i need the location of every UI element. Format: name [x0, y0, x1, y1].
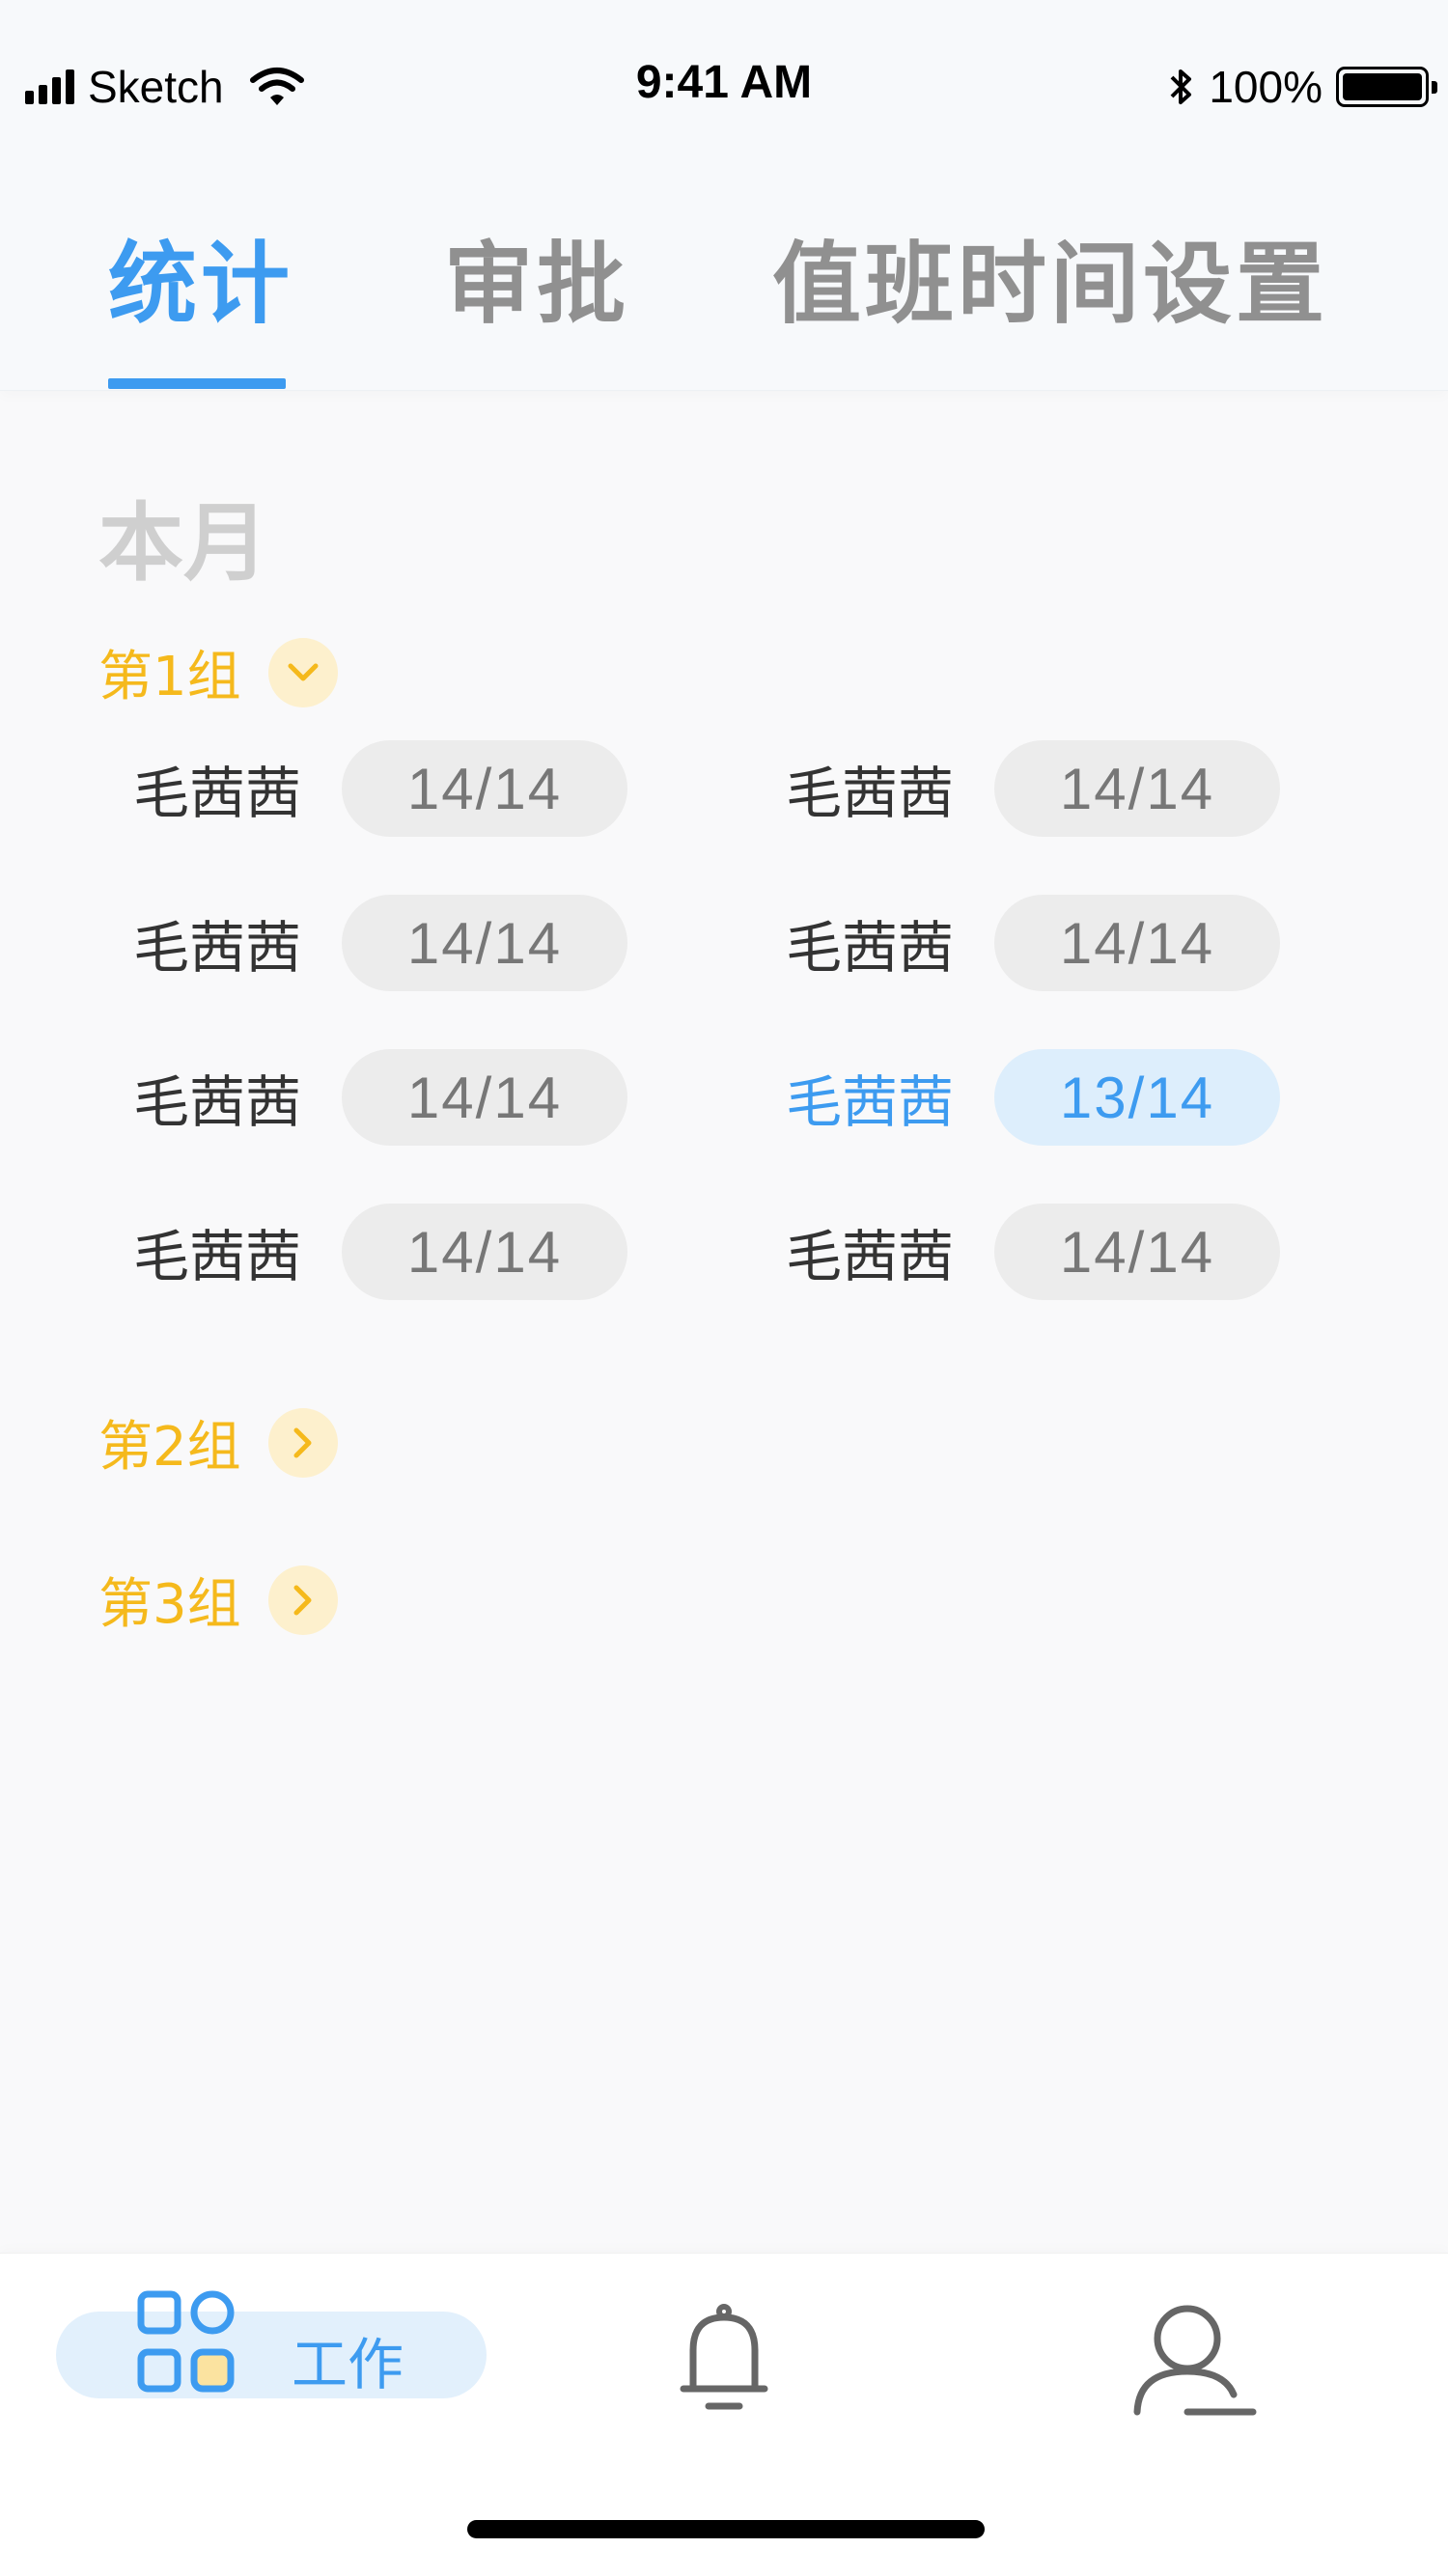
chevron-right-icon[interactable]	[267, 1407, 338, 1478]
section-title: 本月	[98, 493, 269, 593]
member-count-badge: 14/14	[342, 1049, 627, 1146]
grid-icon	[137, 2290, 235, 2393]
tab-bar: 统计 审批 值班时间设置	[0, 164, 1448, 391]
status-bar: Sketch 9:41 AM 100%	[0, 0, 1448, 164]
member-name: 毛茜茜	[133, 1224, 302, 1289]
bluetooth-icon	[1170, 69, 1192, 104]
member-item[interactable]: 毛茜茜 14/14	[786, 1204, 1280, 1300]
member-count-badge: 14/14	[342, 1204, 627, 1300]
chevron-down-icon[interactable]	[267, 637, 338, 707]
nav-work-label: 工作	[292, 2332, 404, 2397]
nav-work-button[interactable]: 工作	[56, 2290, 487, 2398]
group-label: 第2组	[98, 1416, 241, 1479]
member-count-badge: 13/14	[994, 1049, 1280, 1146]
tab-approval[interactable]: 审批	[444, 212, 629, 341]
member-name: 毛茜茜	[786, 1069, 955, 1135]
active-tab-indicator	[108, 378, 286, 389]
tab-duty-time-settings[interactable]: 值班时间设置	[772, 212, 1328, 341]
status-right: 100%	[1168, 58, 1437, 116]
group-header-2[interactable]: 第2组	[98, 1403, 338, 1482]
member-name: 毛茜茜	[786, 1224, 955, 1289]
tab-statistics[interactable]: 统计	[108, 212, 293, 341]
group-header-1[interactable]: 第1组	[98, 633, 338, 711]
group-label: 第3组	[98, 1573, 241, 1636]
member-item-highlighted[interactable]: 毛茜茜 13/14	[786, 1049, 1280, 1146]
member-name: 毛茜茜	[786, 915, 955, 981]
home-indicator	[467, 2520, 985, 2538]
member-count-badge: 14/14	[342, 740, 627, 837]
member-item[interactable]: 毛茜茜 14/14	[133, 1049, 627, 1146]
member-item[interactable]: 毛茜茜 14/14	[133, 895, 627, 991]
member-name: 毛茜茜	[133, 1069, 302, 1135]
member-count-badge: 14/14	[994, 895, 1280, 991]
member-count-badge: 14/14	[994, 740, 1280, 837]
member-item[interactable]: 毛茜茜 14/14	[133, 1204, 627, 1300]
chevron-right-icon[interactable]	[267, 1565, 338, 1635]
member-count-badge: 14/14	[994, 1204, 1280, 1300]
member-item[interactable]: 毛茜茜 14/14	[786, 740, 1280, 837]
member-name: 毛茜茜	[133, 915, 302, 981]
member-count-badge: 14/14	[342, 895, 627, 991]
user-icon[interactable]	[1129, 2300, 1265, 2425]
battery-icon	[1336, 67, 1437, 107]
member-item[interactable]: 毛茜茜 14/14	[133, 740, 627, 837]
member-name: 毛茜茜	[133, 761, 302, 826]
group-label: 第1组	[98, 646, 241, 708]
member-item[interactable]: 毛茜茜 14/14	[786, 895, 1280, 991]
member-name: 毛茜茜	[786, 761, 955, 826]
group-header-3[interactable]: 第3组	[98, 1561, 338, 1639]
battery-percent: 100%	[1209, 62, 1323, 112]
bell-icon[interactable]	[676, 2302, 772, 2418]
